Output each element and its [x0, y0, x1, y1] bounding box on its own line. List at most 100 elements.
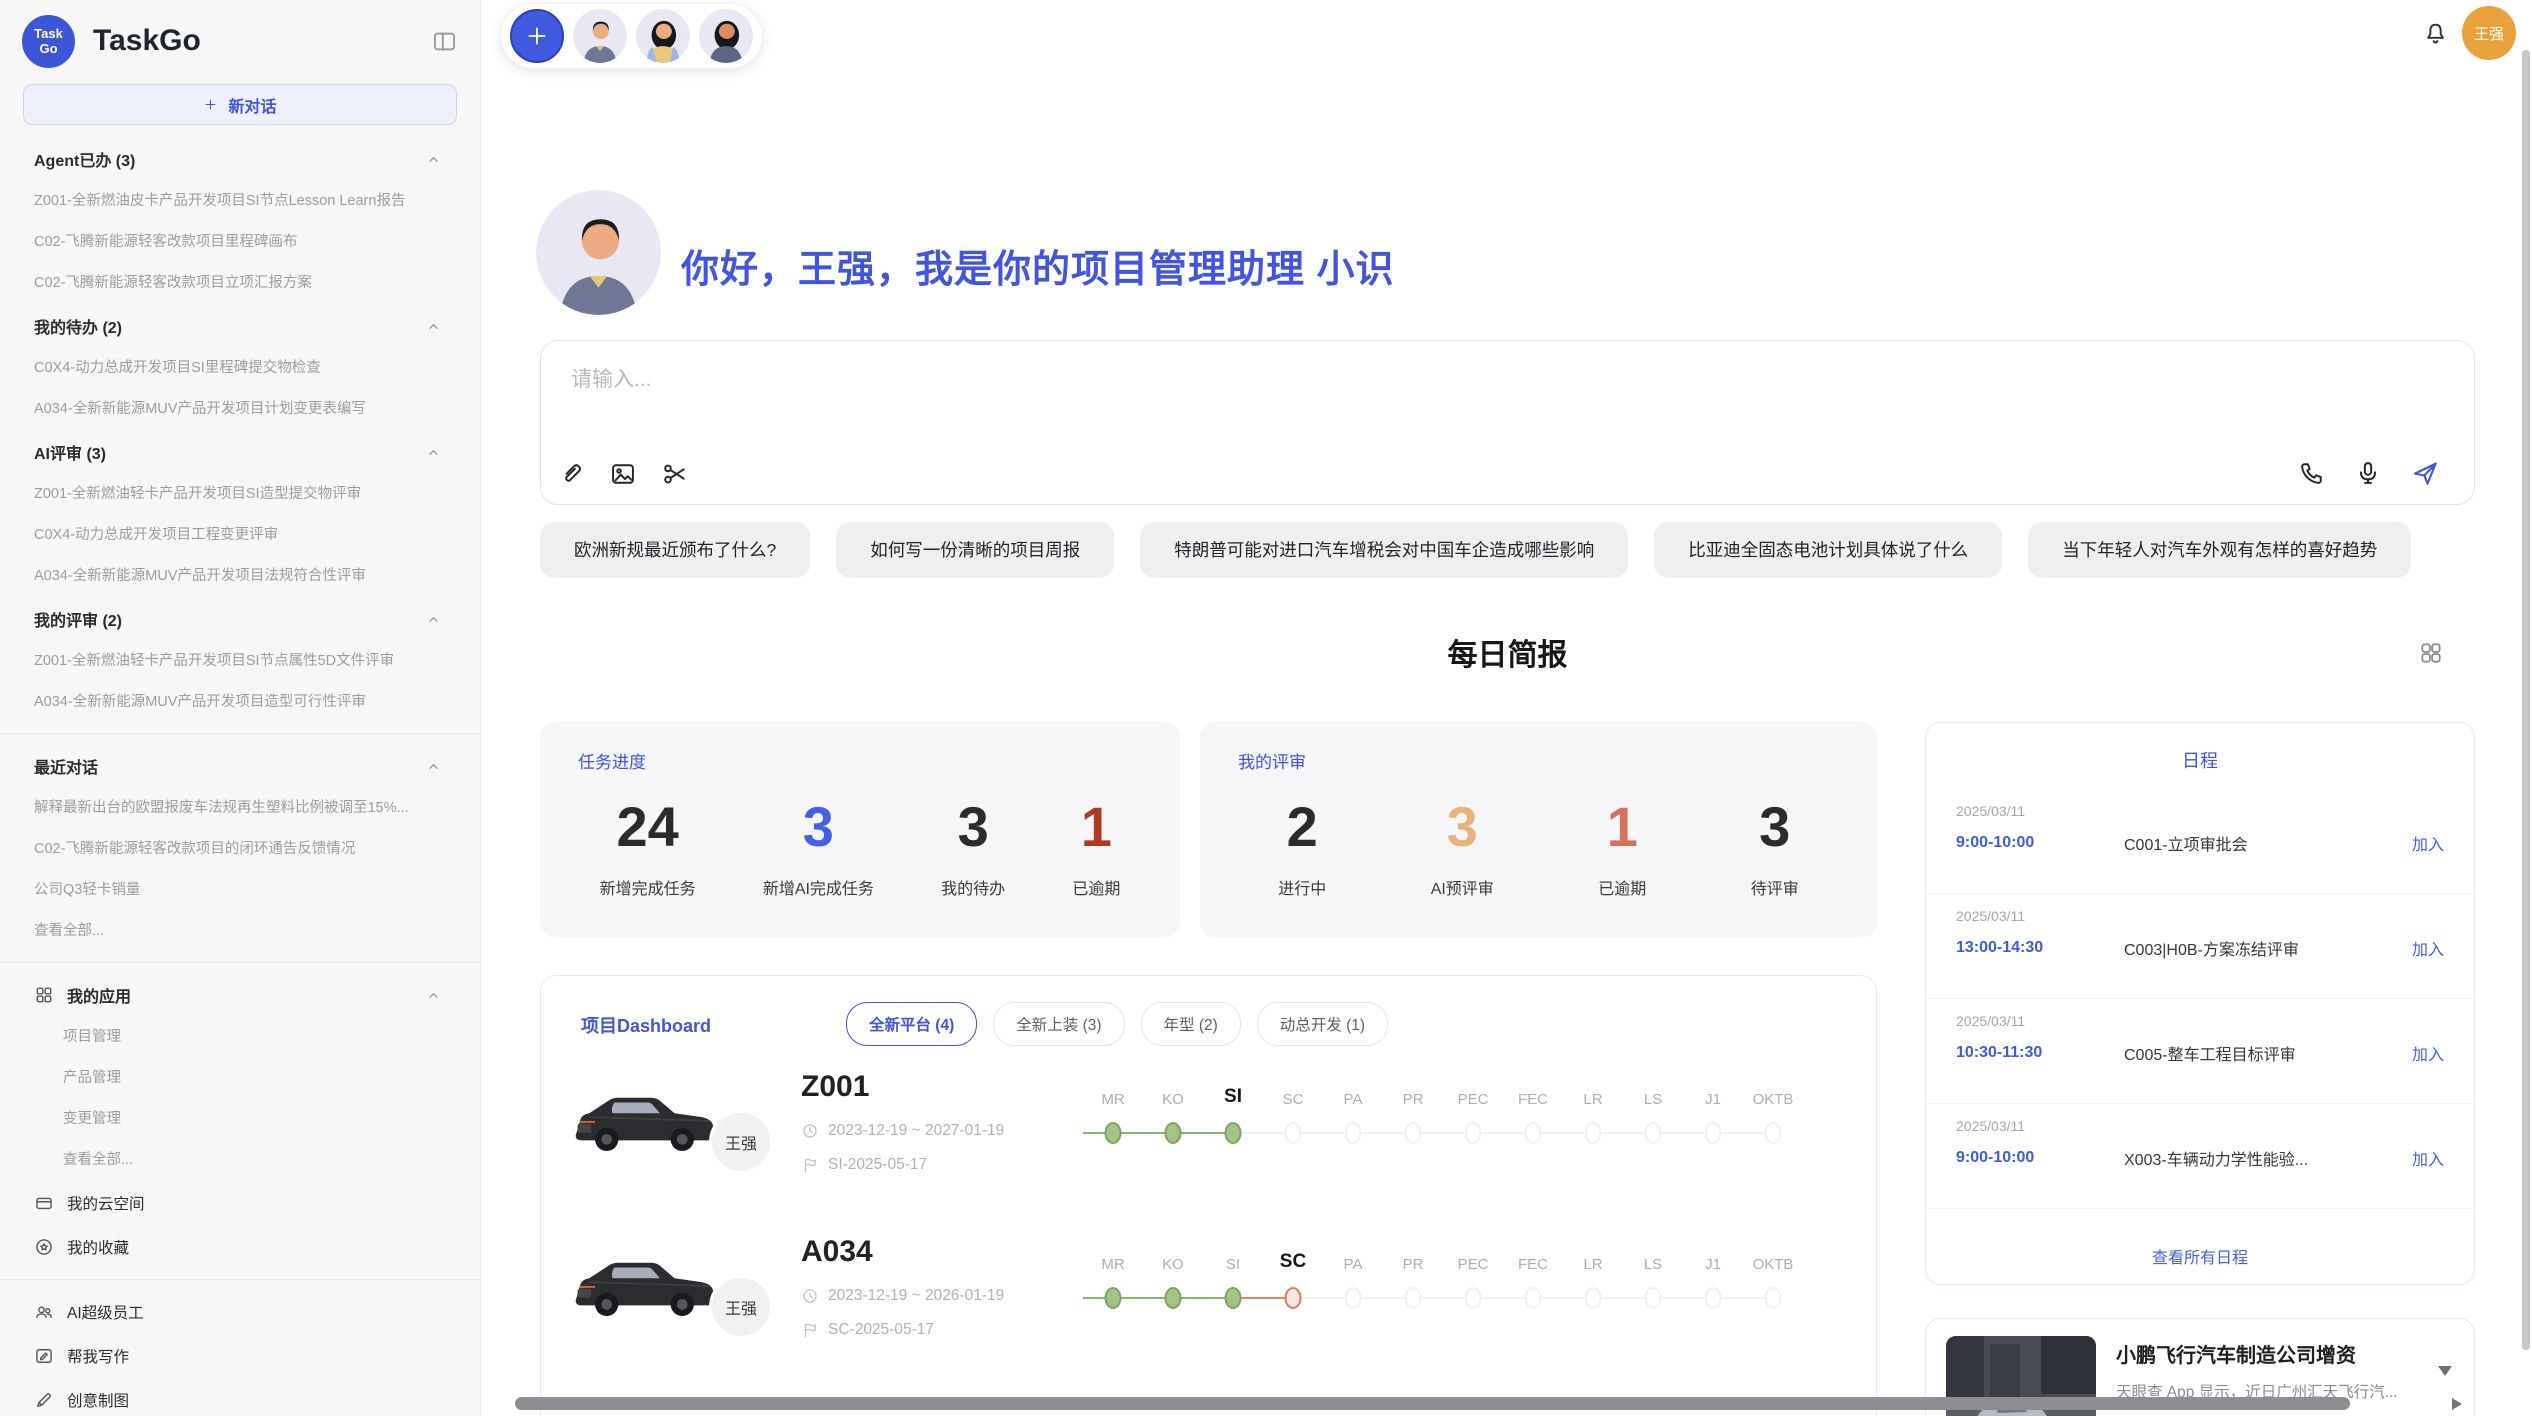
- project-car-image: [566, 1237, 721, 1332]
- send-icon[interactable]: [2410, 458, 2440, 488]
- sidebar-section-header[interactable]: 我的待办 (2): [0, 304, 480, 348]
- join-link[interactable]: 加入: [2412, 936, 2444, 960]
- collapse-sidebar-icon[interactable]: [431, 28, 458, 55]
- milestone-dot: [1525, 1287, 1542, 1309]
- suggestion-chip[interactable]: 欧洲新规最近颁布了什么?: [540, 522, 810, 578]
- dashboard-tab[interactable]: 全新上装 (3): [993, 1002, 1124, 1046]
- sidebar-item-cloud-space[interactable]: 我的云空间: [0, 1181, 480, 1225]
- milestone-j1: J1: [1683, 1245, 1743, 1325]
- sidebar-task-item[interactable]: Z001-全新燃油轻卡产品开发项目SI造型提交物评审: [0, 474, 480, 515]
- flag-icon: [801, 1321, 819, 1339]
- join-link[interactable]: 加入: [2412, 1041, 2444, 1065]
- project-dates: 2023-12-19 ~ 2027-01-19: [801, 1122, 1004, 1140]
- people-icon: [34, 1302, 54, 1322]
- sidebar-item-creative-draw[interactable]: 创意制图: [0, 1378, 480, 1416]
- recent-chat-item[interactable]: 解释最新出台的欧盟报废车法规再生塑料比例被调至15%...: [0, 788, 480, 829]
- daily-brief-title: 每日简报: [540, 630, 2475, 674]
- join-link[interactable]: 加入: [2412, 1146, 2444, 1170]
- attachment-icon[interactable]: [557, 460, 585, 488]
- assistant-avatar[interactable]: [636, 9, 690, 63]
- sidebar-task-item[interactable]: C02-飞腾新能源轻客改款项目立项汇报方案: [0, 263, 480, 304]
- assistant-avatar[interactable]: [699, 9, 753, 63]
- sidebar-task-item[interactable]: C0X4-动力总成开发项目工程变更评审: [0, 515, 480, 556]
- notification-bell-icon[interactable]: [2422, 20, 2449, 47]
- suggestion-chip[interactable]: 如何写一份清晰的项目周报: [836, 522, 1114, 578]
- stat-label: 已逾期: [1598, 875, 1646, 899]
- new-chat-button[interactable]: 新对话: [23, 84, 457, 125]
- sidebar-item-ai-employee[interactable]: AI超级员工: [0, 1290, 480, 1334]
- schedule-title: 日程: [1926, 747, 2474, 773]
- sidebar-section-header[interactable]: 我的评审 (2): [0, 597, 480, 641]
- sidebar-item-help-write[interactable]: 帮我写作: [0, 1334, 480, 1378]
- dashboard-tab[interactable]: 全新平台 (4): [846, 1002, 977, 1046]
- view-all-link[interactable]: 查看全部...: [0, 1140, 480, 1181]
- milestone-fec: FEC: [1503, 1080, 1563, 1160]
- stat-value: 2: [1287, 799, 1318, 855]
- app-item[interactable]: 产品管理: [0, 1058, 480, 1099]
- microphone-icon[interactable]: [2354, 459, 2382, 487]
- join-link[interactable]: 加入: [2412, 831, 2444, 855]
- sidebar-task-item[interactable]: C0X4-动力总成开发项目SI里程碑提交物检查: [0, 348, 480, 389]
- image-upload-icon[interactable]: [609, 460, 637, 488]
- suggestion-chip[interactable]: 特朗普可能对进口汽车增税会对中国车企造成哪些影响: [1140, 522, 1628, 578]
- vertical-scrollbar-thumb[interactable]: [2522, 50, 2530, 1350]
- app-item[interactable]: 变更管理: [0, 1099, 480, 1140]
- sidebar-task-item[interactable]: Z001-全新燃油轻卡产品开发项目SI节点属性5D文件评审: [0, 641, 480, 682]
- user-avatar[interactable]: 王强: [2462, 6, 2516, 60]
- suggestion-chip[interactable]: 当下年轻人对汽车外观有怎样的喜好趋势: [2028, 522, 2411, 578]
- milestone-dot: [1285, 1122, 1302, 1144]
- sidebar-section-header[interactable]: 最近对话: [0, 744, 480, 788]
- chevron-up-icon: [425, 758, 442, 775]
- milestone-dot: [1465, 1122, 1482, 1144]
- scroll-down-arrow-icon[interactable]: [2438, 1366, 2452, 1376]
- sidebar-task-item[interactable]: A034-全新新能源MUV产品开发项目造型可行性评审: [0, 682, 480, 723]
- schedule-date: 2025/03/11: [1956, 1013, 2444, 1029]
- project-car-image: [566, 1072, 721, 1167]
- stats-card: 我的评审2 进行中3 AI预评审1 已逾期3 待评审: [1200, 722, 1877, 938]
- milestone-label: SI: [1226, 1245, 1240, 1273]
- chat-input[interactable]: [569, 361, 1733, 431]
- sidebar-task-item[interactable]: A034-全新新能源MUV产品开发项目计划变更表编写: [0, 389, 480, 430]
- recent-chat-item[interactable]: C02-飞腾新能源轻客改款项目的闭环通告反馈情况: [0, 829, 480, 870]
- sidebar-item-favorites[interactable]: 我的收藏: [0, 1225, 480, 1269]
- project-code: A034: [801, 1235, 873, 1269]
- sidebar-section-header[interactable]: AI评审 (3): [0, 430, 480, 474]
- schedule-item: 2025/03/11 10:30-11:30 C005-整车工程目标评审 加入: [1926, 999, 2474, 1104]
- scroll-right-arrow-icon[interactable]: [2452, 1398, 2462, 1410]
- sidebar-section-header[interactable]: Agent已办 (3): [0, 137, 480, 181]
- add-assistant-button[interactable]: [510, 9, 564, 63]
- chevron-up-icon: [425, 151, 442, 168]
- project-row[interactable]: 王强 A034 2023-12-19 ~ 2026-01-19 SC-2025-…: [566, 1231, 1851, 1391]
- sidebar-task-item[interactable]: Z001-全新燃油皮卡产品开发项目SI节点Lesson Learn报告: [0, 181, 480, 222]
- stat-value: 3: [803, 799, 834, 855]
- composer-left-tools: [557, 460, 689, 488]
- view-all-schedule-link[interactable]: 查看所有日程: [1926, 1244, 2474, 1268]
- sidebar-section-header[interactable]: 我的应用: [0, 973, 480, 1017]
- dashboard-tab[interactable]: 动总开发 (1): [1257, 1002, 1388, 1046]
- stat-value: 3: [958, 799, 989, 855]
- dashboard-tabs: 全新平台 (4) 全新上装 (3) 年型 (2) 动总开发 (1): [846, 1002, 1388, 1046]
- scissors-icon[interactable]: [661, 460, 689, 488]
- stat-label: 已逾期: [1072, 875, 1120, 899]
- suggestion-chip[interactable]: 比亚迪全固态电池计划具体说了什么: [1654, 522, 2002, 578]
- sidebar-task-item[interactable]: C02-飞腾新能源轻客改款项目里程碑画布: [0, 222, 480, 263]
- assistant-avatar[interactable]: [573, 9, 627, 63]
- milestone-lr: LR: [1563, 1080, 1623, 1160]
- schedule-event-title: X003-车辆动力学性能验...: [2124, 1146, 2400, 1170]
- layout-grid-icon[interactable]: [2418, 640, 2444, 666]
- milestone-dot: [1345, 1287, 1362, 1309]
- horizontal-scrollbar-thumb[interactable]: [515, 1397, 2350, 1410]
- dashboard-tab[interactable]: 年型 (2): [1141, 1002, 1241, 1046]
- milestone-dot: [1705, 1287, 1722, 1309]
- milestone-oktb: OKTB: [1743, 1080, 1803, 1160]
- chat-composer: [540, 340, 2475, 505]
- milestone-dot: [1405, 1122, 1422, 1144]
- project-row[interactable]: 王强 Z001 2023-12-19 ~ 2027-01-19 SI-2025-…: [566, 1066, 1851, 1226]
- milestone-dot: [1525, 1122, 1542, 1144]
- phone-call-icon[interactable]: [2298, 459, 2326, 487]
- app-item[interactable]: 项目管理: [0, 1017, 480, 1058]
- sidebar-task-item[interactable]: A034-全新新能源MUV产品开发项目法规符合性评审: [0, 556, 480, 597]
- view-all-link[interactable]: 查看全部...: [0, 911, 480, 952]
- milestone-pa: PA: [1323, 1080, 1383, 1160]
- recent-chat-item[interactable]: 公司Q3轻卡销量: [0, 870, 480, 911]
